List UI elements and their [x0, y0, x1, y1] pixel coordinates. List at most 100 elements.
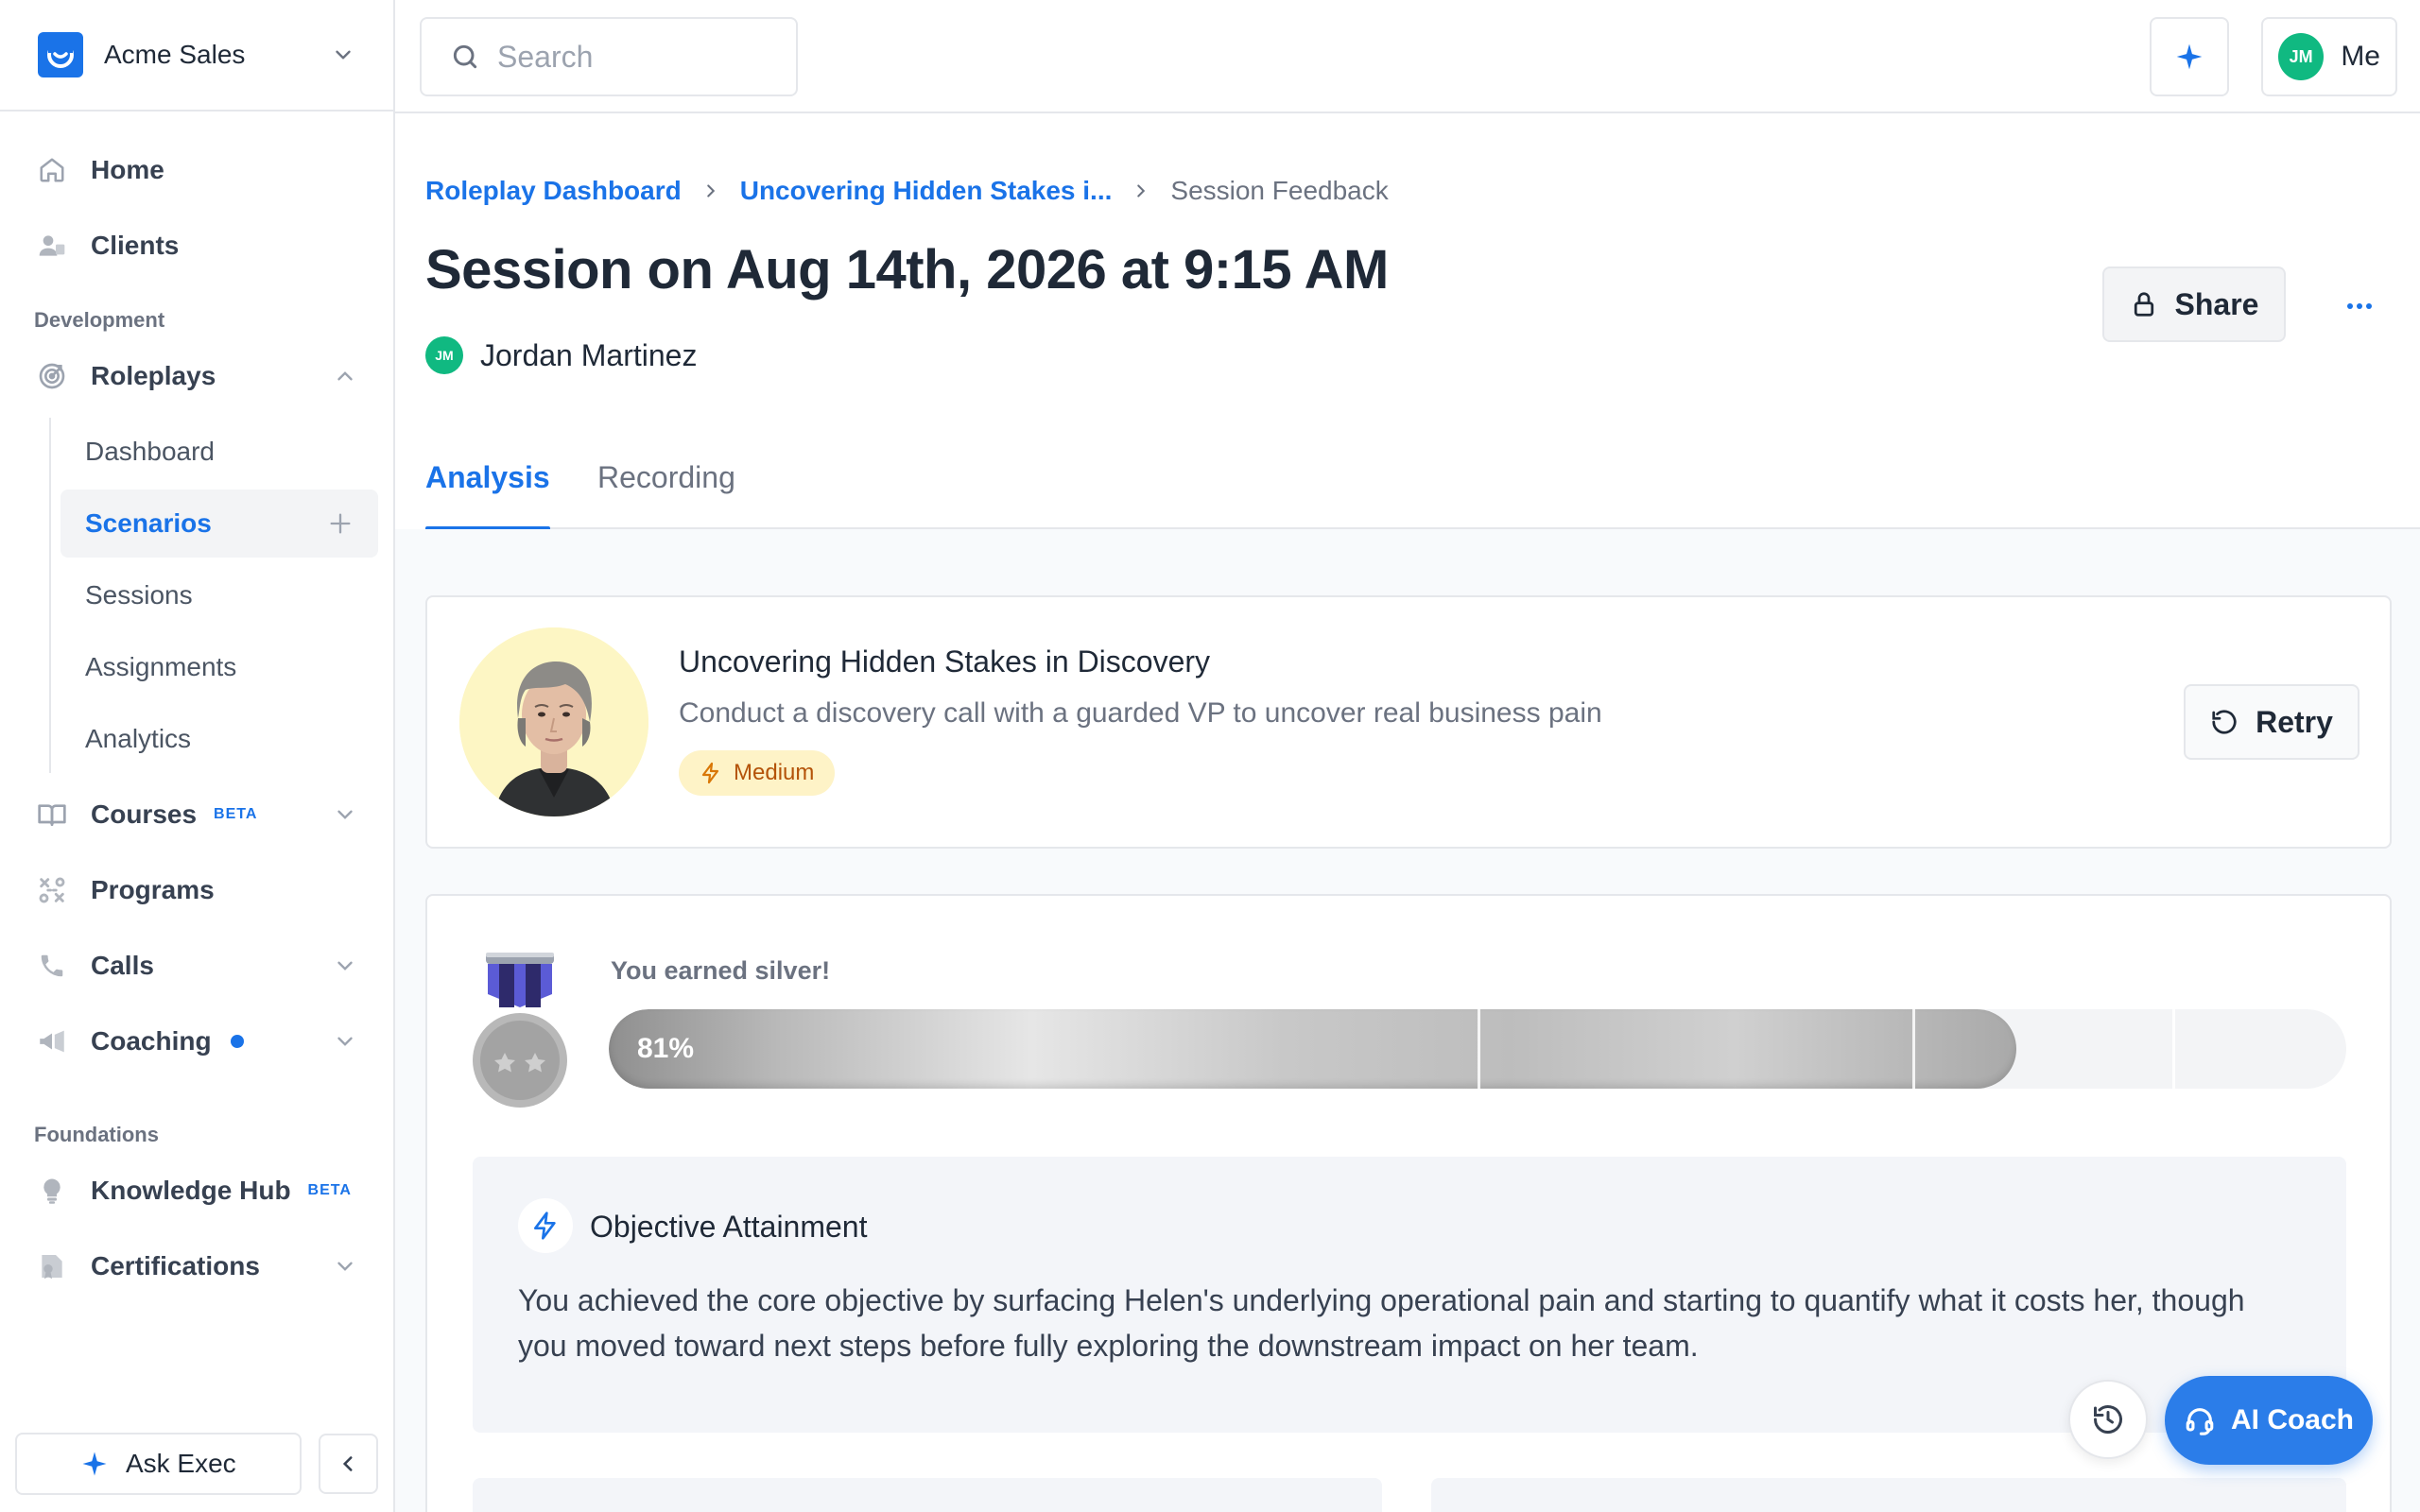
sidebar-item-scenarios[interactable]: Scenarios	[60, 490, 378, 558]
chevron-down-icon[interactable]	[333, 802, 357, 827]
plus-icon[interactable]	[327, 510, 354, 537]
owner-name: Jordan Martinez	[480, 337, 698, 372]
retry-icon	[2212, 710, 2237, 734]
sidebar-item-label: Roleplays	[91, 361, 216, 390]
scenario-card: Uncovering Hidden Stakes in Discovery Co…	[425, 595, 2392, 849]
book-icon	[36, 799, 68, 831]
megaphone-icon	[36, 1025, 68, 1057]
ai-coach-label: AI Coach	[2230, 1404, 2355, 1435]
sidebar-footer: Ask Exec	[0, 1416, 393, 1512]
breadcrumb-link-dashboard[interactable]: Roleplay Dashboard	[425, 176, 682, 206]
search-icon	[453, 44, 477, 69]
difficulty-badge: Medium	[679, 750, 836, 796]
sidebar-item-certifications[interactable]: Certifications	[0, 1228, 393, 1304]
sidebar-item-analytics[interactable]: Analytics	[60, 705, 378, 773]
sparkle-icon	[82, 1452, 107, 1476]
sidebar-item-calls[interactable]: Calls	[0, 928, 393, 1004]
scenario-title: Uncovering Hidden Stakes in Discovery	[679, 644, 1211, 679]
sidebar-item-label: Clients	[91, 231, 180, 260]
more-options-button[interactable]	[2337, 284, 2382, 329]
workspace-logo-icon	[38, 32, 83, 77]
retry-label: Retry	[2256, 704, 2333, 739]
lock-icon	[2134, 292, 2153, 317]
retry-button[interactable]: Retry	[2184, 684, 2360, 760]
breadcrumb-current: Session Feedback	[1170, 176, 1389, 205]
lightbulb-icon	[36, 1175, 68, 1207]
chevron-down-icon[interactable]	[333, 954, 357, 978]
certificate-icon	[36, 1250, 68, 1282]
feedback-panels	[473, 1478, 2346, 1512]
section-title-development: Development	[34, 308, 165, 332]
avatar: JM	[425, 336, 463, 374]
sidebar-item-home[interactable]: Home	[0, 132, 393, 208]
feedback-panel-left	[473, 1478, 1382, 1512]
target-icon	[36, 360, 68, 392]
feedback-panel-right	[1431, 1478, 2346, 1512]
tab-analysis[interactable]: Analysis	[425, 425, 550, 531]
top-bar: JM Me	[395, 0, 2420, 113]
score-progress-fill	[609, 1009, 2016, 1089]
search-input[interactable]	[497, 39, 762, 75]
difficulty-label: Medium	[734, 760, 815, 785]
beta-badge: BETA	[214, 806, 258, 822]
chevron-down-icon[interactable]	[333, 1254, 357, 1279]
sidebar-item-programs[interactable]: Programs	[0, 852, 393, 928]
tier-marker	[1911, 1009, 1915, 1089]
ask-exec-label: Ask Exec	[125, 1449, 236, 1478]
sidebar-nav: Home Clients Development Roleplays Dashb…	[0, 112, 393, 1304]
main-content: Roleplay Dashboard Uncovering Hidden Sta…	[395, 113, 2420, 1512]
share-button[interactable]: Share	[2102, 266, 2286, 342]
sidebar-item-dashboard[interactable]: Dashboard	[60, 418, 378, 486]
collapse-sidebar-button[interactable]	[318, 1434, 378, 1494]
sidebar-item-clients[interactable]: Clients	[0, 208, 393, 284]
sidebar-item-label: Courses	[91, 799, 198, 829]
lightning-icon	[701, 762, 719, 784]
score-progress-bar: 81%	[609, 1009, 2346, 1089]
sidebar-item-label: Assignments	[85, 652, 237, 681]
clients-icon	[36, 230, 68, 262]
notification-dot	[230, 1035, 244, 1048]
sidebar-item-roleplays[interactable]: Roleplays	[0, 338, 393, 414]
objective-title: Objective Attainment	[590, 1210, 868, 1244]
persona-avatar	[459, 627, 648, 816]
chevron-down-icon	[336, 50, 351, 60]
share-label: Share	[2174, 286, 2259, 321]
breadcrumb-link-scenario[interactable]: Uncovering Hidden Stakes i...	[740, 176, 1113, 206]
tab-recording[interactable]: Recording	[597, 425, 735, 529]
page-title: Session on Aug 14th, 2026 at 9:15 AM	[425, 239, 1389, 301]
workspace-switcher[interactable]: Acme Sales	[0, 0, 393, 112]
chevron-right-icon	[1137, 184, 1146, 198]
silver-medal-icon	[471, 949, 569, 1109]
sidebar-item-knowledge-hub[interactable]: Knowledge Hub BETA	[0, 1153, 393, 1228]
chevron-up-icon[interactable]	[333, 364, 357, 388]
session-owner: JM Jordan Martinez	[425, 336, 697, 374]
programs-icon	[36, 874, 68, 906]
sidebar-item-coaching[interactable]: Coaching	[0, 1004, 393, 1079]
ask-exec-button[interactable]: Ask Exec	[15, 1433, 302, 1495]
sidebar-item-label: Dashboard	[85, 437, 215, 466]
headset-icon	[2186, 1408, 2214, 1435]
search-box[interactable]	[420, 17, 798, 96]
avatar: JM	[2278, 33, 2325, 80]
user-menu-button[interactable]: JM Me	[2261, 17, 2397, 96]
sidebar: Acme Sales Home Clients Development Role…	[0, 0, 395, 1512]
chevron-right-icon	[706, 184, 715, 198]
history-icon	[2094, 1405, 2122, 1435]
sidebar-item-label: Certifications	[91, 1251, 260, 1280]
chevron-down-icon[interactable]	[333, 1029, 357, 1054]
history-button[interactable]	[2068, 1380, 2148, 1459]
user-menu-label: Me	[2341, 41, 2380, 72]
sidebar-item-courses[interactable]: Courses BETA	[0, 777, 393, 852]
sidebar-item-label: Home	[91, 155, 164, 184]
breadcrumb: Roleplay Dashboard Uncovering Hidden Sta…	[425, 176, 1389, 206]
sidebar-item-label: Scenarios	[85, 508, 212, 538]
sidebar-item-label: Calls	[91, 951, 154, 980]
sidebar-item-label: Coaching	[91, 1026, 212, 1056]
sparkle-icon	[2176, 43, 2203, 70]
ai-coach-button[interactable]: AI Coach	[2165, 1376, 2373, 1465]
ai-assistant-button[interactable]	[2150, 17, 2229, 96]
sidebar-item-sessions[interactable]: Sessions	[60, 561, 378, 629]
sidebar-item-assignments[interactable]: Assignments	[60, 633, 378, 701]
beta-badge: BETA	[307, 1182, 352, 1198]
objective-attainment-panel: Objective Attainment You achieved the co…	[473, 1157, 2346, 1433]
